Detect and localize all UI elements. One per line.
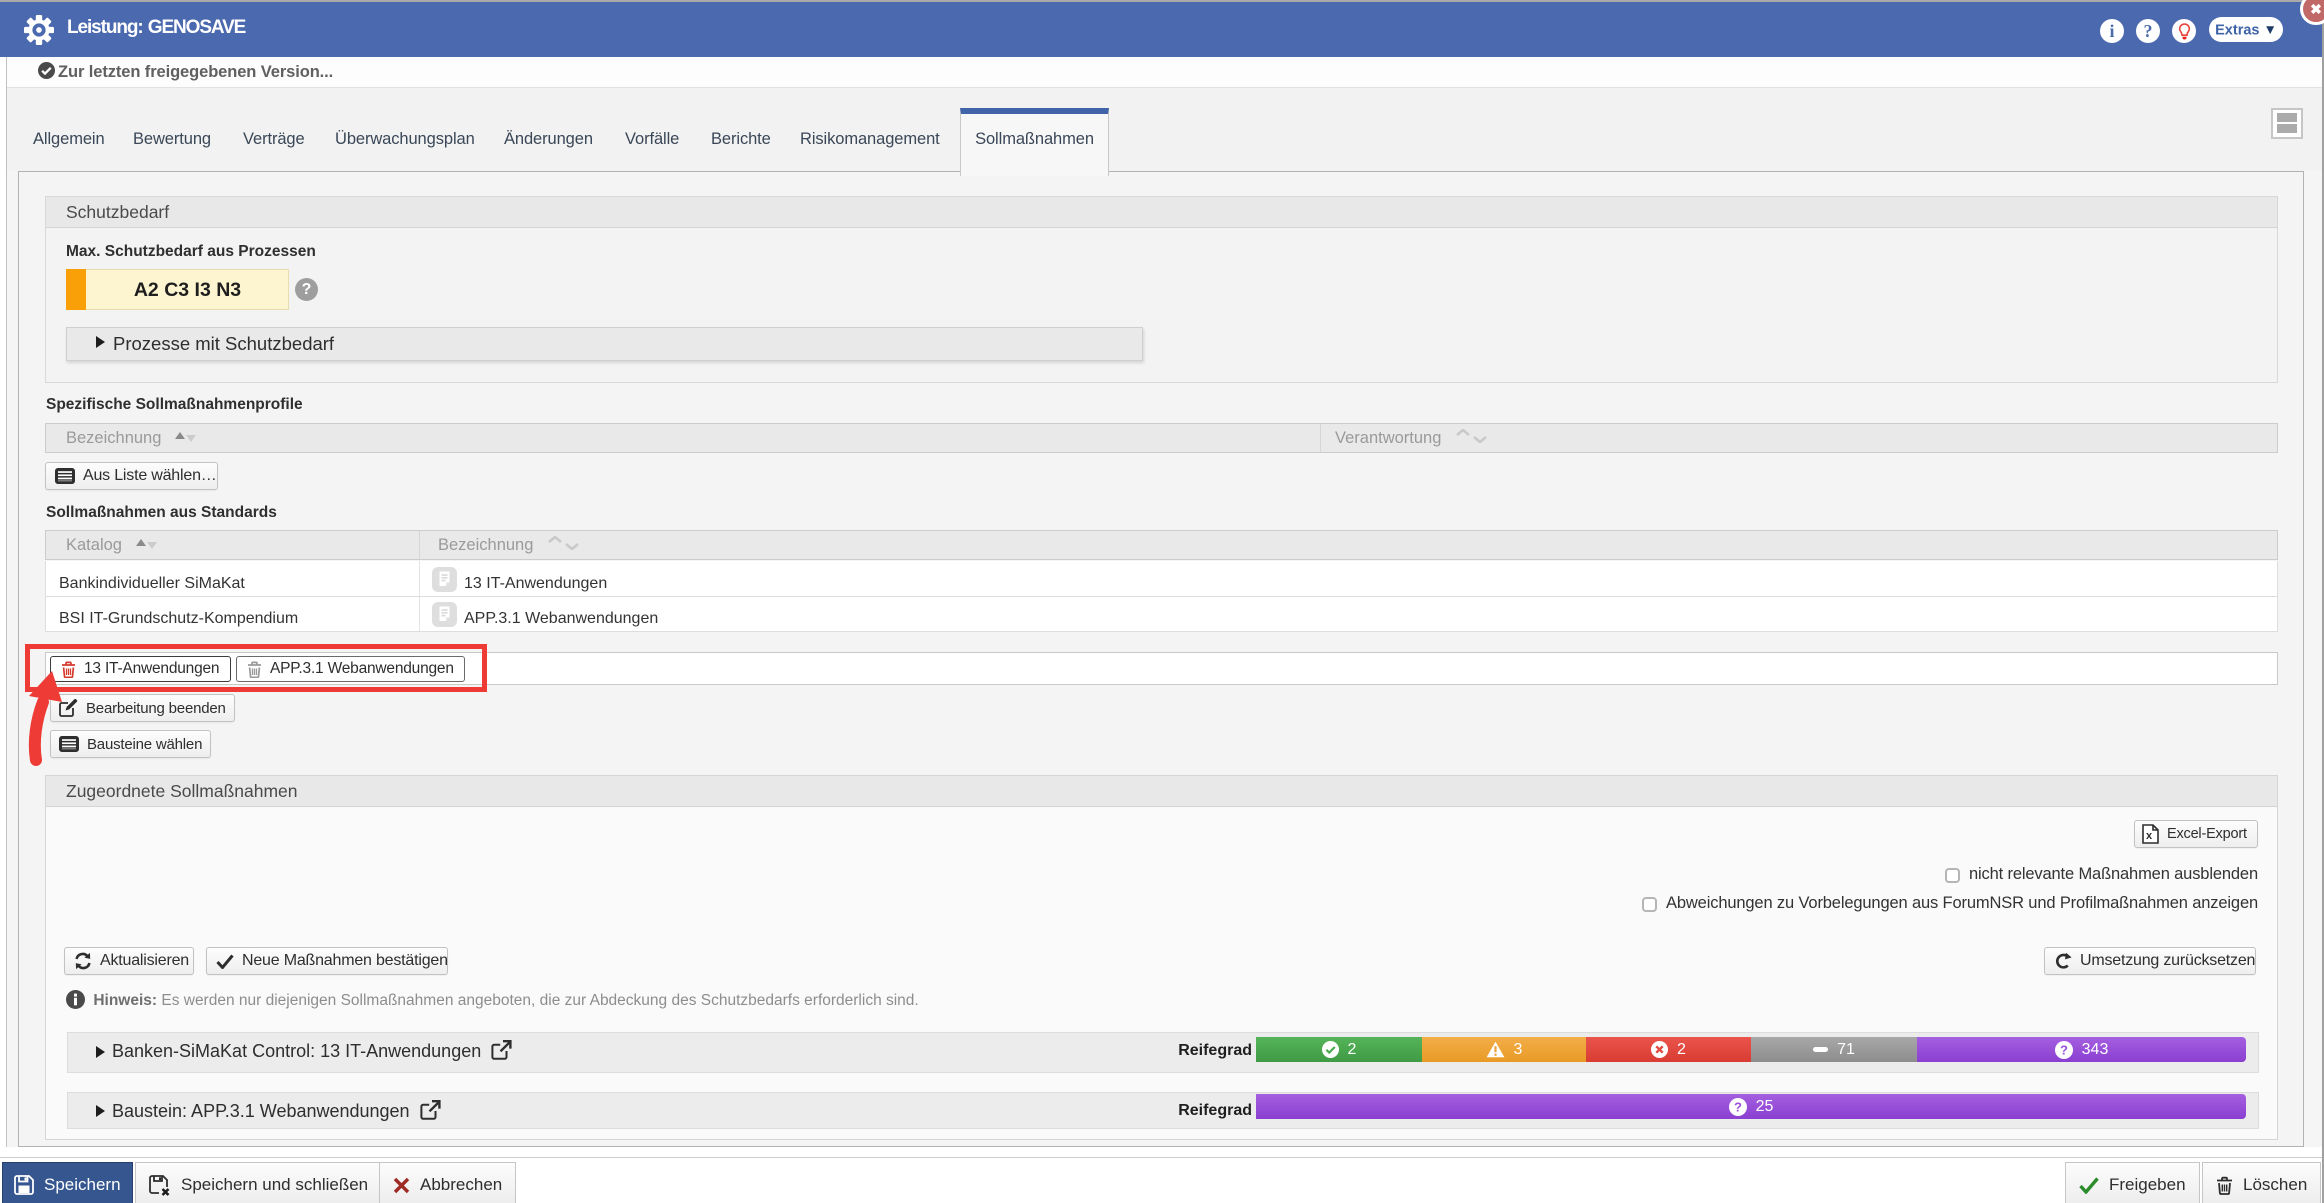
svg-text:?: ?: [1734, 1099, 1742, 1114]
svg-text:?: ?: [2060, 1042, 2068, 1057]
